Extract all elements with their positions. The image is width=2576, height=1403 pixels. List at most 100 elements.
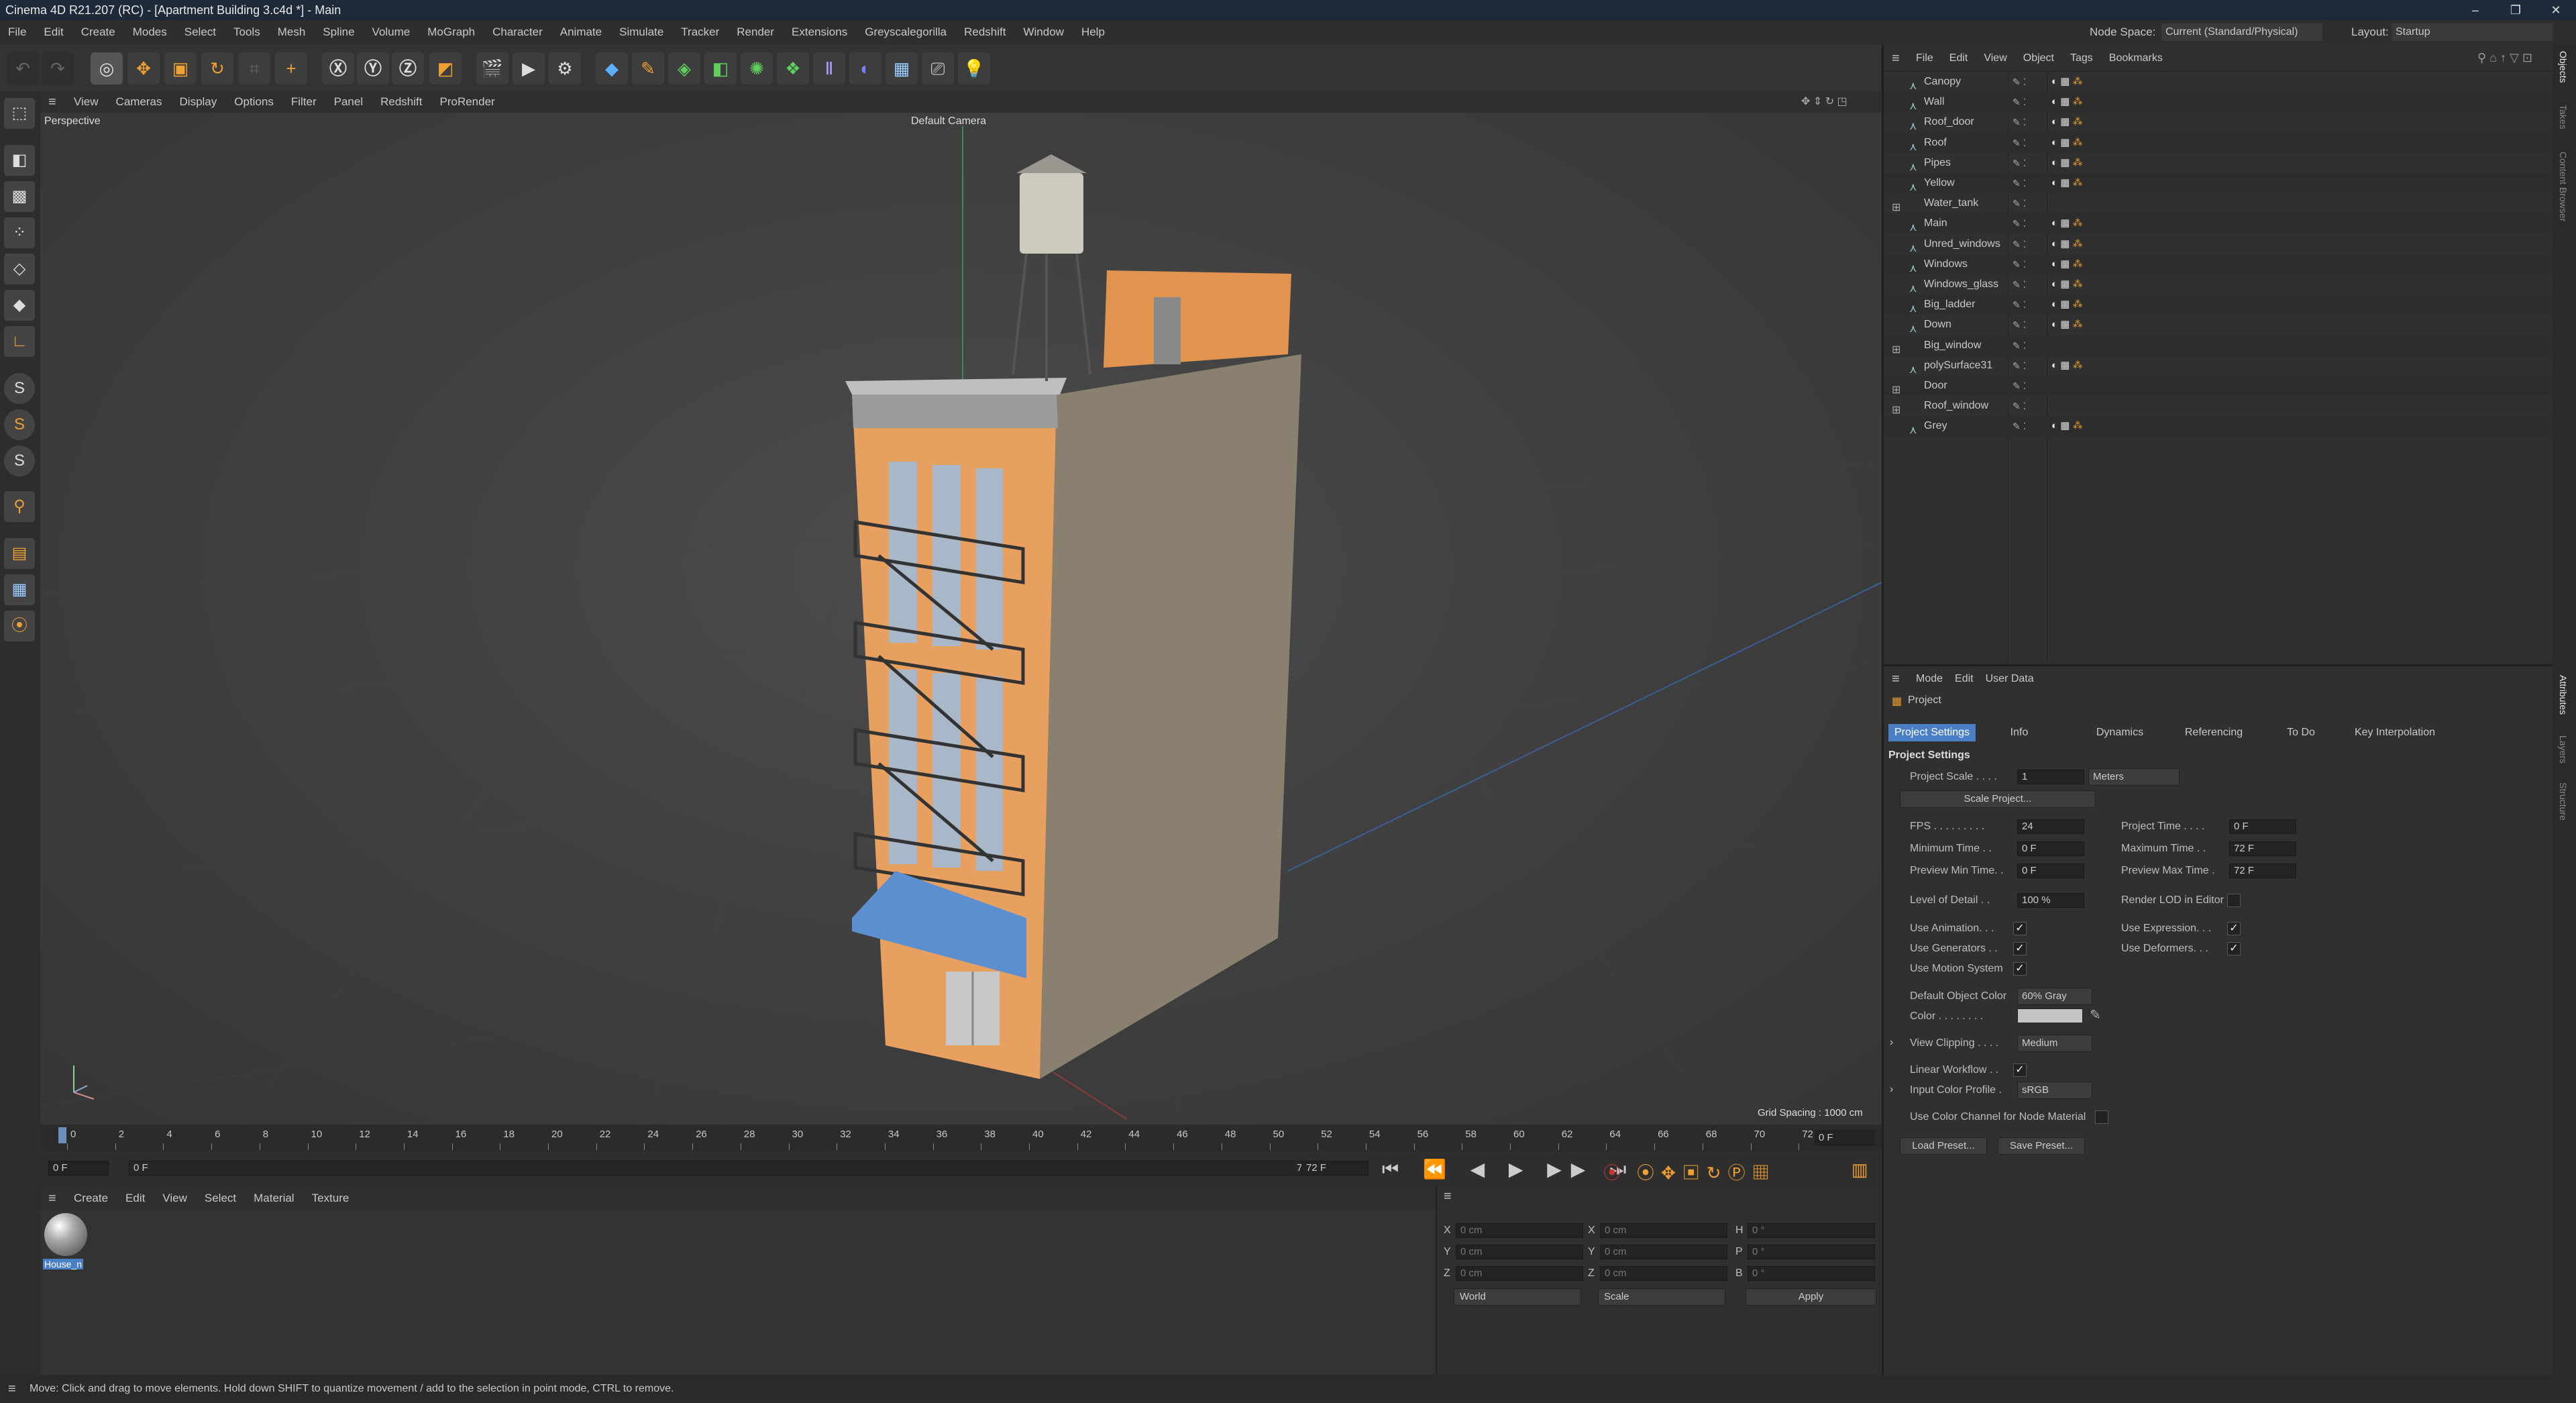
- menu-tracker[interactable]: Tracker: [681, 25, 719, 38]
- menu-window[interactable]: Window: [1023, 25, 1063, 38]
- object-row[interactable]: ⋏ Wall ✎ ⁚ ◐ ▦ ⁂: [1884, 92, 2553, 113]
- coord-value-field[interactable]: 0 cm: [1456, 1223, 1583, 1238]
- coord-value-field[interactable]: 0 cm: [1600, 1245, 1727, 1259]
- range-slider[interactable]: 0 F 72 F: [129, 1161, 1323, 1176]
- viewport-menu-prorender[interactable]: ProRender: [440, 95, 495, 108]
- coord-value-field[interactable]: 0 cm: [1456, 1245, 1583, 1259]
- render-region-icon[interactable]: 🎬: [476, 52, 508, 85]
- input-profile-select[interactable]: sRGB: [2017, 1082, 2092, 1099]
- visibility-toggle-icon[interactable]: ✎ ⁚: [2012, 396, 2026, 416]
- menu-mograph[interactable]: MoGraph: [427, 25, 475, 38]
- coord-system-select[interactable]: World: [1454, 1288, 1581, 1306]
- object-row[interactable]: ⋏ Windows ✎ ⁚ ◐ ▦ ⁂: [1884, 254, 2553, 274]
- object-menu-bookmarks[interactable]: Bookmarks: [2109, 52, 2163, 64]
- viewport-nav-icons[interactable]: ✥ ⇕ ↻ ◳: [1801, 91, 1847, 113]
- menu-select[interactable]: Select: [184, 25, 216, 38]
- object-manager-menu-icon[interactable]: ≡: [1892, 51, 1900, 66]
- material-menu-edit[interactable]: Edit: [125, 1192, 145, 1204]
- material-name[interactable]: House_n: [43, 1259, 84, 1269]
- tweak-icon[interactable]: ⚲: [4, 491, 35, 522]
- object-name[interactable]: Pipes: [1924, 153, 1951, 173]
- material-tag-icons[interactable]: ◐ ▦ ⁂: [2051, 295, 2083, 315]
- scale-icon[interactable]: ▣: [164, 52, 197, 85]
- floor-icon[interactable]: ▦: [885, 52, 918, 85]
- snap-icon[interactable]: S: [4, 373, 35, 404]
- layout-select[interactable]: Startup: [2392, 23, 2553, 41]
- object-name[interactable]: Grey: [1924, 416, 1947, 436]
- viewport[interactable]: Perspective Default Camera Grid Spacing …: [40, 113, 1882, 1125]
- timeline-window-icon[interactable]: ▥: [1851, 1159, 1868, 1180]
- side-tab-attributes[interactable]: Attributes: [2558, 675, 2569, 715]
- grid-icon[interactable]: ▦: [4, 574, 35, 605]
- viewport-menu-view[interactable]: View: [74, 95, 99, 108]
- fps-field[interactable]: 24: [2017, 819, 2084, 834]
- render-settings-icon[interactable]: ⚙: [549, 52, 581, 85]
- visibility-toggle-icon[interactable]: ✎ ⁚: [2012, 295, 2026, 315]
- scale-project-button[interactable]: Scale Project...: [1900, 790, 2096, 808]
- light-icon[interactable]: 💡: [958, 52, 990, 85]
- coord-value-field[interactable]: 0 °: [1748, 1245, 1875, 1259]
- workplane-icon[interactable]: ▤: [4, 538, 35, 569]
- attr-tab-to-do[interactable]: To Do: [2267, 724, 2334, 741]
- material-menu-view[interactable]: View: [162, 1192, 187, 1204]
- make-editable-icon[interactable]: ⬚: [4, 98, 35, 129]
- object-menu-tags[interactable]: Tags: [2070, 52, 2093, 64]
- object-row[interactable]: ⋏ Main ✎ ⁚ ◐ ▦ ⁂: [1884, 213, 2553, 234]
- object-name[interactable]: Water_tank: [1924, 193, 1978, 213]
- viewport-menu-cameras[interactable]: Cameras: [116, 95, 162, 108]
- material-menu-material[interactable]: Material: [254, 1192, 294, 1204]
- visibility-toggle-icon[interactable]: ✎ ⁚: [2012, 254, 2026, 274]
- object-row[interactable]: ⋏ Windows_glass ✎ ⁚ ◐ ▦ ⁂: [1884, 274, 2553, 295]
- object-menu-edit[interactable]: Edit: [1949, 52, 1968, 64]
- object-name[interactable]: Main: [1924, 213, 1947, 233]
- apply-button[interactable]: Apply: [1746, 1288, 1876, 1306]
- view-clipping-expand-icon[interactable]: ›: [1890, 1037, 1893, 1049]
- coord-value-field[interactable]: 0 cm: [1600, 1266, 1727, 1281]
- cloner-icon[interactable]: ✺: [741, 52, 773, 85]
- visibility-toggle-icon[interactable]: ✎ ⁚: [2012, 416, 2026, 436]
- menu-redshift[interactable]: Redshift: [964, 25, 1006, 38]
- render-view-icon[interactable]: ▶: [513, 52, 545, 85]
- coord-value-field[interactable]: 0 cm: [1456, 1266, 1583, 1281]
- material-menu-select[interactable]: Select: [205, 1192, 236, 1204]
- project-time-field[interactable]: 0 F: [2229, 819, 2296, 834]
- object-menu-file[interactable]: File: [1916, 52, 1933, 64]
- menu-extensions[interactable]: Extensions: [792, 25, 847, 38]
- lod-field[interactable]: 100 %: [2017, 893, 2084, 908]
- object-menu-object[interactable]: Object: [2023, 52, 2054, 64]
- coord-value-field[interactable]: 0 °: [1748, 1266, 1875, 1281]
- pen-icon[interactable]: ✎: [632, 52, 664, 85]
- object-search-icon[interactable]: ⚲ ⌂ ↑ ▽ ⊡: [2477, 51, 2532, 65]
- object-name[interactable]: Roof_window: [1924, 396, 1988, 416]
- attr-menu-icon[interactable]: ≡: [1892, 672, 1900, 687]
- x-axis-icon[interactable]: Ⓧ: [322, 52, 354, 85]
- undo-icon[interactable]: ↶: [7, 52, 39, 85]
- menu-greyscalegorilla[interactable]: Greyscalegorilla: [865, 25, 947, 38]
- object-name[interactable]: polySurface31: [1924, 356, 1992, 376]
- menu-create[interactable]: Create: [81, 25, 115, 38]
- viewport-menu-filter[interactable]: Filter: [291, 95, 317, 108]
- z-axis-icon[interactable]: Ⓩ: [392, 52, 424, 85]
- object-name[interactable]: Unred_windows: [1924, 234, 2000, 254]
- current-frame-field[interactable]: 0 F: [1815, 1130, 1875, 1146]
- scale-unit-select[interactable]: Meters: [2088, 768, 2180, 786]
- snap-settings-icon[interactable]: S: [4, 409, 35, 440]
- solo-icon[interactable]: ⦿: [4, 611, 35, 641]
- object-row[interactable]: ⋏ Big_ladder ✎ ⁚ ◐ ▦ ⁂: [1884, 295, 2553, 315]
- visibility-toggle-icon[interactable]: ✎ ⁚: [2012, 376, 2026, 396]
- field-icon[interactable]: ◐: [849, 52, 881, 85]
- material-menu-create[interactable]: Create: [74, 1192, 108, 1204]
- use-deformers-checkbox[interactable]: ✓: [2227, 942, 2241, 955]
- object-menu-view[interactable]: View: [1984, 52, 2006, 64]
- object-row[interactable]: ⊞ Water_tank ✎ ⁚: [1884, 193, 2553, 213]
- viewport-menu-display[interactable]: Display: [180, 95, 217, 108]
- attr-tab-referencing[interactable]: Referencing: [2167, 724, 2261, 741]
- menu-modes[interactable]: Modes: [133, 25, 167, 38]
- workplane-snap-icon[interactable]: S: [4, 446, 35, 476]
- viewport-menu-redshift[interactable]: Redshift: [380, 95, 422, 108]
- object-name[interactable]: Windows: [1924, 254, 1968, 274]
- material-tag-icons[interactable]: ◐ ▦ ⁂: [2051, 356, 2083, 376]
- object-name[interactable]: Down: [1924, 315, 1951, 335]
- minimize-icon[interactable]: –: [2455, 0, 2496, 20]
- menu-spline[interactable]: Spline: [323, 25, 354, 38]
